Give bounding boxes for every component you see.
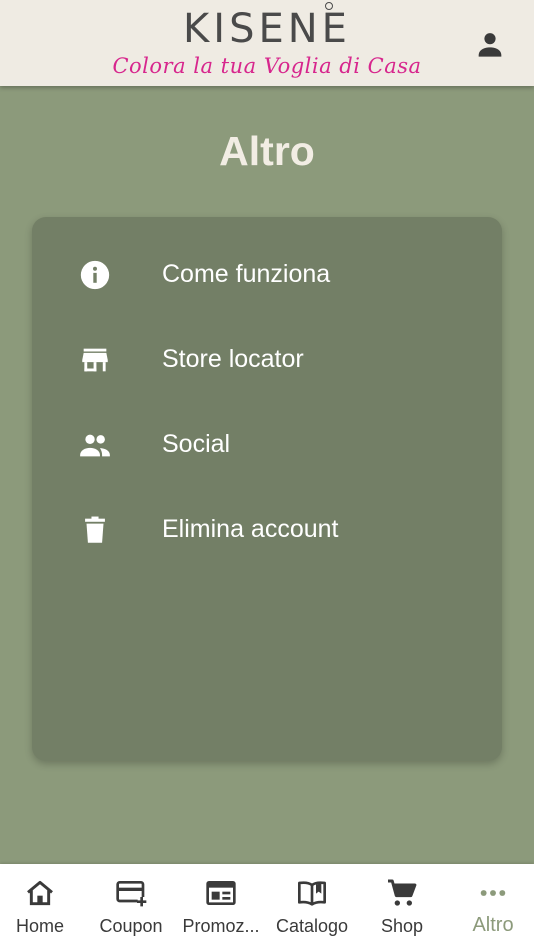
nav-label: Home (15, 916, 64, 936)
app-header: KISENE Colora la tua Voglia di Casa (0, 0, 534, 86)
nav-label: Shop (380, 916, 424, 936)
nav-label: Promoz... (182, 916, 260, 936)
home-icon (27, 880, 53, 906)
menu-card: Come funziona Store locator Social Elimi… (32, 217, 502, 761)
nav-item-catalogo[interactable]: Catalogo (267, 864, 357, 950)
nav-item-promozioni[interactable]: Promoz... (176, 864, 266, 950)
store-icon (82, 348, 108, 372)
menu-item-store-locator[interactable]: Store locator (32, 327, 502, 391)
menu-item-elimina-account[interactable]: Elimina account (32, 497, 502, 561)
nav-label: Altro (472, 914, 514, 936)
nav-label: Coupon (99, 916, 163, 936)
menu-item-come-funziona[interactable]: Come funziona (32, 242, 502, 306)
bottom-navigation: Home Coupon Promoz... Catalogo Shop Altr… (0, 864, 534, 950)
nav-label: Catalogo (275, 916, 349, 936)
menu-item-label: Social (162, 430, 231, 458)
newspaper-icon (206, 881, 236, 905)
person-icon (478, 33, 502, 57)
profile-button[interactable] (474, 28, 506, 60)
coupon-icon (116, 881, 147, 908)
info-icon (80, 260, 110, 290)
logo-ring-accent (325, 2, 333, 10)
menu-item-label: Elimina account (162, 515, 339, 543)
page-title: Altro (219, 128, 315, 174)
more-icon (480, 890, 506, 896)
nav-item-coupon[interactable]: Coupon (86, 864, 176, 950)
logo-wordmark: KISENE (183, 6, 351, 52)
people-icon (80, 434, 110, 457)
cart-icon (388, 879, 417, 906)
nav-item-home[interactable]: Home (0, 864, 85, 950)
menu-item-label: Store locator (162, 345, 304, 373)
trash-icon (85, 516, 105, 543)
menu-item-social[interactable]: Social (32, 412, 502, 476)
nav-item-altro[interactable]: Altro (448, 864, 534, 950)
menu-item-label: Come funziona (162, 260, 331, 288)
brand-logo: KISENE Colora la tua Voglia di Casa (0, 0, 534, 86)
book-icon (298, 881, 326, 906)
nav-item-shop[interactable]: Shop (357, 864, 447, 950)
logo-tagline: Colora la tua Voglia di Casa (112, 54, 422, 78)
